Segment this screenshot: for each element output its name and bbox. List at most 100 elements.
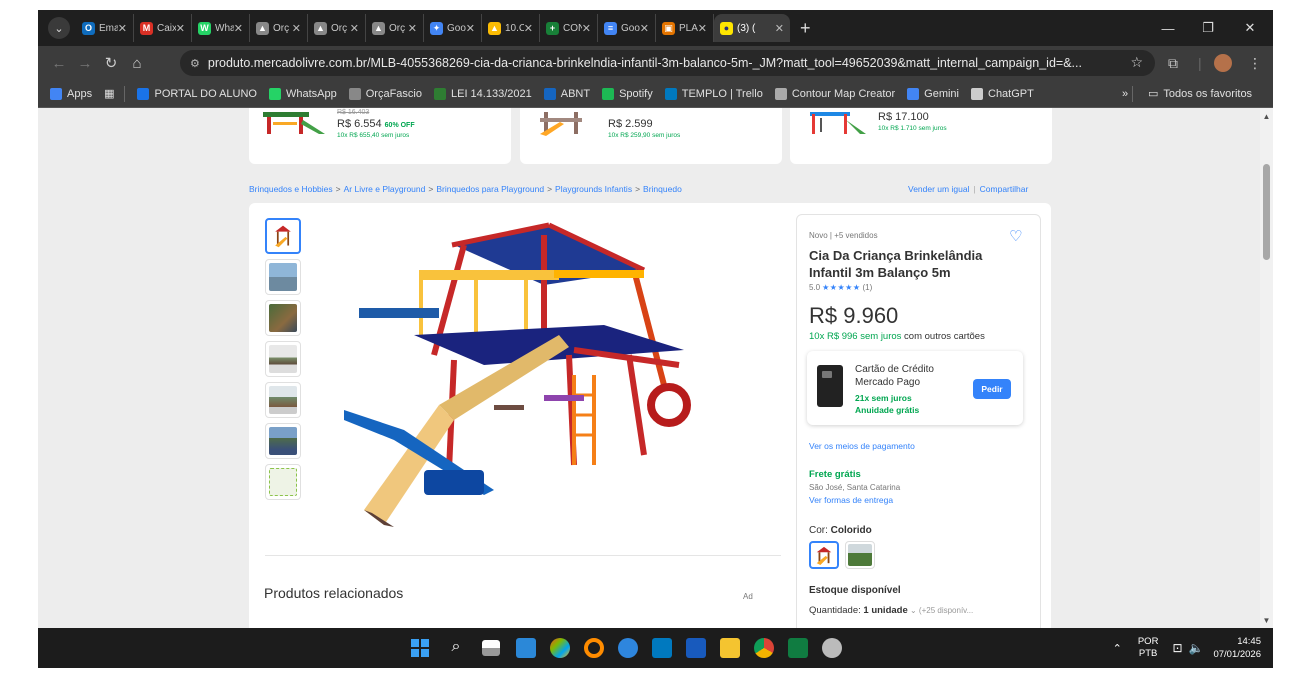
bookmarks-more-icon[interactable]: » — [1122, 88, 1128, 100]
address-bar[interactable]: ⚙ produto.mercadolivre.com.br/MLB-405536… — [180, 50, 1155, 76]
store-icon[interactable] — [516, 638, 536, 658]
page-scrollbar[interactable]: ▲ ▼ — [1260, 108, 1273, 628]
thumbnail[interactable] — [265, 218, 301, 254]
address-url[interactable]: produto.mercadolivre.com.br/MLB-40553682… — [208, 56, 1088, 70]
chevron-up-icon[interactable]: ⌃ — [1113, 642, 1122, 655]
thumbnail[interactable] — [265, 341, 301, 377]
close-icon[interactable]: ✕ — [292, 22, 301, 35]
bookmark-or-afascio[interactable]: OrçaFascio — [348, 87, 422, 100]
breadcrumb-item[interactable]: Ar Livre e Playground — [344, 184, 426, 194]
close-icon[interactable]: ✕ — [350, 22, 359, 35]
close-icon[interactable]: ✕ — [176, 22, 185, 35]
tab-gemini[interactable]: ✦ Goo ✕ — [424, 14, 482, 42]
tab-drive[interactable]: ▲ 10.C ✕ — [482, 14, 540, 42]
home-icon[interactable]: ⌂ — [124, 55, 150, 72]
all-bookmarks-folder[interactable]: ▭ Todos os favoritos — [1148, 87, 1252, 101]
delivery-options-link[interactable]: Ver formas de entrega — [809, 495, 893, 505]
reload-icon[interactable]: ↻ — [98, 54, 124, 72]
close-icon[interactable]: ✕ — [234, 22, 243, 35]
scroll-down-icon[interactable]: ▼ — [1262, 616, 1271, 625]
back-arrow-icon[interactable]: ← — [46, 55, 72, 72]
sell-similar-link[interactable]: Vender um igual — [908, 184, 969, 194]
close-icon[interactable]: ✕ — [698, 22, 707, 35]
minimize-icon[interactable]: — — [1148, 10, 1188, 46]
tab-docs[interactable]: ≡ Goo ✕ — [598, 14, 656, 42]
color-option[interactable] — [809, 541, 839, 569]
bookmark-contour-map-creator[interactable]: Contour Map Creator — [774, 87, 895, 100]
window-close-icon[interactable]: ✕ — [1230, 10, 1270, 46]
tab-active[interactable]: ● (3) ( ✕ — [714, 14, 790, 42]
extensions-icon[interactable]: ⧉ — [1168, 46, 1178, 80]
scrollbar-thumb[interactable] — [1263, 164, 1270, 260]
chrome-icon[interactable] — [754, 638, 774, 658]
thumbnail[interactable] — [265, 300, 301, 336]
app-icon[interactable] — [822, 638, 842, 658]
close-icon[interactable]: ✕ — [118, 22, 127, 35]
tab-outlook[interactable]: O Ema ✕ — [76, 14, 134, 42]
tab-gmail[interactable]: M Caix ✕ — [134, 14, 192, 42]
rating[interactable]: 5.0 ★★★★★ (1) — [809, 283, 872, 292]
search-app-icon[interactable] — [584, 638, 604, 658]
thumbnail[interactable] — [265, 382, 301, 418]
payment-methods-link[interactable]: Ver os meios de pagamento — [809, 441, 915, 451]
bookmark-whatsapp[interactable]: WhatsApp — [268, 87, 337, 100]
favorite-heart-icon[interactable]: ♡ — [1009, 227, 1022, 245]
reco-card[interactable]: R$ 17.100 10x R$ 1.710 sem juros — [790, 108, 1052, 164]
bookmark-apps[interactable]: Apps — [50, 87, 92, 100]
file-explorer-icon[interactable] — [720, 638, 740, 658]
bookmark-star-icon[interactable]: ☆ — [1130, 54, 1143, 71]
close-icon[interactable]: ✕ — [524, 22, 533, 35]
breadcrumb-item[interactable]: Brinquedos e Hobbies — [249, 184, 333, 194]
tab-whatsapp[interactable]: W Wha ✕ — [192, 14, 250, 42]
menu-kebab-icon[interactable]: ⋮ — [1248, 46, 1262, 80]
word-icon[interactable] — [686, 638, 706, 658]
bookmark-portal-do-aluno[interactable]: PORTAL DO ALUNO — [137, 87, 257, 100]
app-icon[interactable] — [618, 638, 638, 658]
quantity-selector[interactable]: Quantidade: 1 unidade ⌄ (+25 disponív... — [809, 605, 973, 616]
network-icon[interactable]: ⊡ — [1172, 641, 1182, 655]
share-link[interactable]: Compartilhar — [980, 184, 1029, 194]
tab-groups-icon[interactable]: ▦ — [104, 87, 114, 100]
thumbnail[interactable] — [265, 464, 301, 500]
close-icon[interactable]: ✕ — [582, 22, 591, 35]
clock[interactable]: 14:45 07/01/2026 — [1213, 635, 1261, 661]
breadcrumb-item[interactable]: Brinquedos para Playground — [436, 184, 544, 194]
tab-sheets[interactable]: + CON ✕ — [540, 14, 598, 42]
copilot-icon[interactable] — [550, 638, 570, 658]
bookmark-lei-14-133-2021[interactable]: LEI 14.133/2021 — [433, 87, 532, 100]
bookmark-abnt[interactable]: ABNT — [543, 87, 590, 100]
tab-orcafascio[interactable]: ▲ Orç ✕ — [250, 14, 308, 42]
request-card-button[interactable]: Pedir — [973, 379, 1011, 399]
new-tab-icon[interactable]: + — [800, 18, 811, 39]
tab-orcafascio[interactable]: ▲ Orç ✕ — [308, 14, 366, 42]
volume-icon[interactable]: 🔈 — [1189, 641, 1204, 655]
thumbnail[interactable] — [265, 259, 301, 295]
bookmark-spotify[interactable]: Spotify — [602, 87, 653, 100]
restore-icon[interactable]: ❐ — [1188, 10, 1228, 46]
tab-orcafascio[interactable]: ▲ Orç ✕ — [366, 14, 424, 42]
tab-calendar[interactable]: ▣ PLA ✕ — [656, 14, 714, 42]
scroll-up-icon[interactable]: ▲ — [1262, 112, 1271, 121]
task-view-icon[interactable] — [482, 640, 500, 656]
product-main-image[interactable] — [344, 215, 784, 535]
close-icon[interactable]: ✕ — [640, 22, 649, 35]
reco-card[interactable]: R$ 16.403 R$ 6.554 60% OFF 10x R$ 655,40 … — [249, 108, 511, 164]
reco-card[interactable]: R$ 2.599 10x R$ 259,90 sem juros — [520, 108, 782, 164]
search-icon[interactable]: ⌕ — [446, 638, 466, 658]
language-indicator[interactable]: POR PTB — [1138, 636, 1159, 660]
close-icon[interactable]: ✕ — [408, 22, 417, 35]
breadcrumb-item[interactable]: Brinquedo — [643, 184, 682, 194]
breadcrumb-item[interactable]: Playgrounds Infantis — [555, 184, 632, 194]
color-option[interactable] — [845, 541, 875, 569]
close-icon[interactable]: ✕ — [466, 22, 475, 35]
forward-arrow-icon[interactable]: → — [72, 55, 98, 72]
thumbnail[interactable] — [265, 423, 301, 459]
close-icon[interactable]: ✕ — [775, 22, 784, 35]
trello-icon[interactable] — [652, 638, 672, 658]
profile-button[interactable] — [1214, 46, 1232, 80]
tab-search-chevron-icon[interactable]: ⌄ — [48, 17, 70, 39]
excel-icon[interactable] — [788, 638, 808, 658]
windows-start-icon[interactable] — [410, 638, 430, 658]
bookmark-chatgpt[interactable]: ChatGPT — [971, 87, 1034, 100]
bookmark-templo-trello[interactable]: TEMPLO | Trello — [664, 87, 763, 100]
